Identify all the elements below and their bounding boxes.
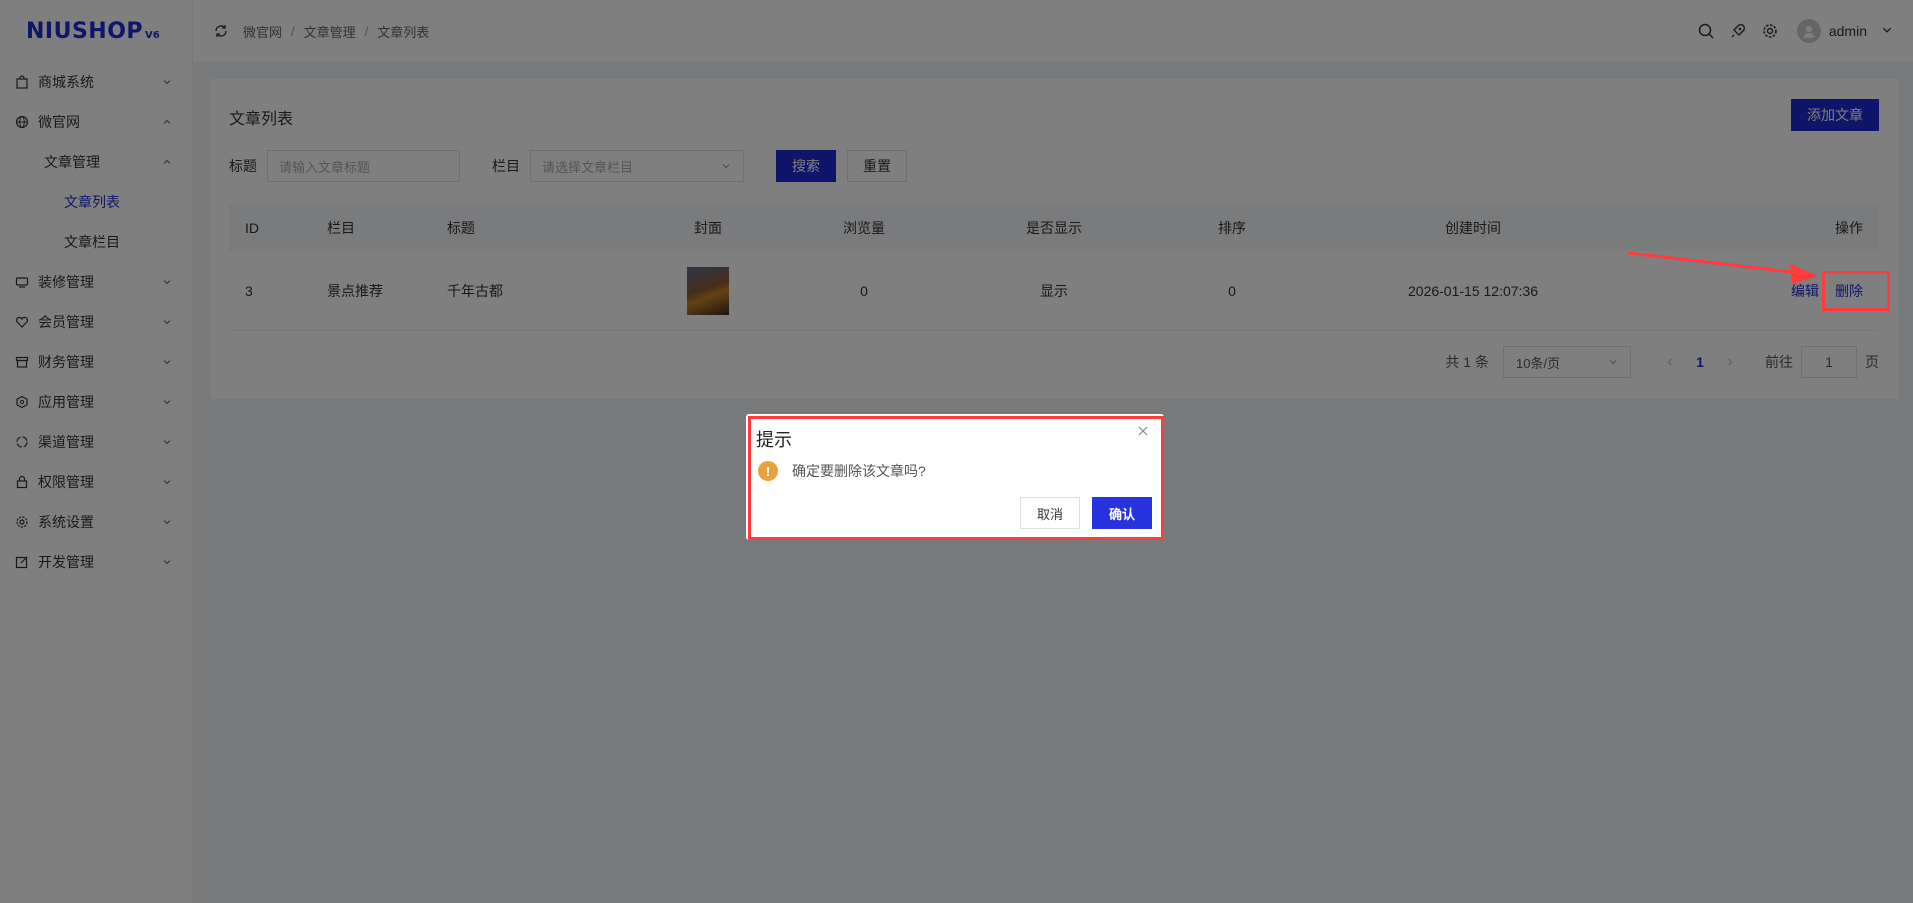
dialog-message: 确定要删除该文章吗?	[792, 463, 926, 479]
dialog-title: 提示	[756, 430, 792, 450]
confirm-button[interactable]: 确认	[1092, 497, 1152, 529]
confirm-dialog: 提示 ! 确定要删除该文章吗? 取消 确认	[746, 414, 1164, 540]
close-icon[interactable]	[1136, 424, 1150, 438]
cancel-button[interactable]: 取消	[1020, 497, 1080, 529]
warning-icon: !	[758, 461, 778, 481]
dialog-body: ! 确定要删除该文章吗?	[758, 461, 926, 481]
